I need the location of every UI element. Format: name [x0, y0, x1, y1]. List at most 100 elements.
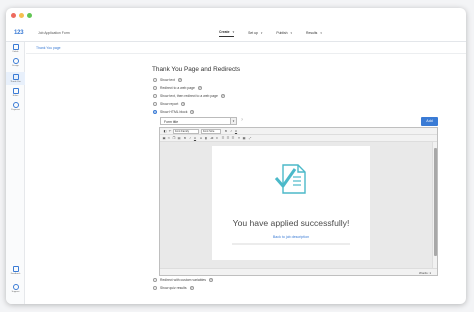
radio[interactable]	[153, 278, 157, 282]
radio[interactable]	[153, 78, 157, 82]
italic-icon[interactable]: I	[229, 129, 233, 133]
sidebar-item-payment[interactable]: Payment	[6, 102, 25, 111]
underline-icon[interactable]: U	[193, 136, 197, 140]
sidebar-item-design[interactable]: Design	[6, 58, 25, 67]
bold-icon[interactable]: B	[183, 136, 187, 140]
job-description-link[interactable]: Back to job description	[212, 235, 370, 239]
radio[interactable]	[153, 286, 157, 290]
palette-icon	[12, 58, 19, 64]
option-label: Show text	[160, 78, 175, 82]
align-center-icon[interactable]: ☰	[226, 136, 230, 140]
option-label: Show quiz results	[160, 286, 187, 290]
option-show-html-block[interactable]: Show HTML block ?	[153, 110, 195, 114]
bullet-list-icon[interactable]: ≔	[210, 136, 214, 140]
sidebar-item-label: Payment	[11, 109, 20, 111]
tab-setup[interactable]: Set up ▾	[248, 30, 262, 37]
help-icon[interactable]: ?	[189, 286, 194, 290]
option-redirect[interactable]: Redirect to a web page ?	[153, 86, 202, 90]
sidebar-item-label: Design	[12, 65, 19, 67]
tab-create-label: Create	[219, 30, 230, 34]
radio-selected[interactable]	[153, 110, 157, 114]
scrollbar-thumb[interactable]	[433, 148, 437, 256]
link-icon[interactable]: ⚭	[237, 136, 241, 140]
close-dot[interactable]	[11, 13, 16, 18]
help-icon[interactable]: ?	[197, 86, 202, 90]
help-icon[interactable]: ?	[181, 102, 186, 106]
chevron-down-icon: ▾	[290, 30, 293, 35]
tab-results-label: Results	[306, 30, 318, 35]
tab-publish[interactable]: Publish ▾	[276, 30, 292, 37]
chevron-down-icon: ▾	[232, 30, 235, 34]
sidebar-item-fields[interactable]: Fields	[6, 44, 25, 53]
html-editor[interactable]: ◧ ↶ Font Family Font Size B I U ▣ ✂ ❐ ▤ …	[159, 127, 438, 276]
preview-title: You have applied successfully!	[232, 218, 350, 228]
maximize-dot[interactable]	[27, 13, 32, 18]
radio[interactable]	[153, 102, 157, 106]
option-show-text[interactable]: Show text ?	[153, 78, 182, 82]
breadcrumb[interactable]: Thank You page	[36, 46, 61, 50]
help-icon[interactable]: ?	[190, 110, 195, 114]
minimize-dot[interactable]	[19, 13, 24, 18]
image-icon[interactable]: ▣	[162, 136, 166, 140]
tab-publish-label: Publish	[276, 30, 288, 35]
highlight-icon[interactable]: ▮	[204, 136, 208, 140]
add-button[interactable]: Add	[421, 117, 438, 126]
option-text-then-redirect[interactable]: Show text, then redirect to a web page ?	[153, 94, 225, 98]
underline-icon[interactable]: U	[234, 129, 238, 133]
tab-results[interactable]: Results ▾	[306, 30, 322, 37]
source-icon[interactable]: ◧	[163, 129, 167, 133]
preview-fine-print	[232, 243, 350, 245]
font-size-select[interactable]: Font Size	[201, 129, 221, 134]
sidebar-item-feedback[interactable]: Feedback	[6, 266, 25, 275]
option-label: Redirect to a web page	[160, 86, 195, 90]
option-label: Redirect with custom variables	[160, 278, 206, 282]
paste-icon[interactable]: ▤	[177, 136, 181, 140]
breadcrumb-bar: Thank You page	[26, 43, 466, 54]
chevron-down-icon[interactable]: ▾	[230, 118, 236, 125]
align-right-icon[interactable]: ☰	[231, 136, 235, 140]
option-redirect-custom-variables[interactable]: Redirect with custom variables ?	[153, 278, 213, 282]
sidebar-item-rules[interactable]: Rules	[6, 88, 25, 97]
numbered-list-icon[interactable]: ≡	[215, 136, 219, 140]
radio[interactable]	[153, 86, 157, 90]
table-icon[interactable]: ▦	[242, 136, 246, 140]
editor-toolbar-top: ◧ ↶ Font Family Font Size B I U	[160, 128, 437, 135]
help-icon[interactable]: ?	[241, 118, 243, 122]
application-success-icon	[274, 164, 306, 194]
sidebar-item-thank-you[interactable]: Thank You	[6, 72, 25, 85]
option-show-quiz-results[interactable]: Show quiz results ?	[153, 286, 194, 290]
copy-icon[interactable]: ❐	[172, 136, 176, 140]
editor-scrollbar[interactable]	[432, 142, 437, 268]
tab-setup-label: Set up	[248, 30, 258, 35]
sidebar-item-label: Fields	[12, 51, 19, 53]
field-variable-select[interactable]: Form title ▾	[160, 117, 237, 125]
font-family-select[interactable]: Font Family	[173, 129, 199, 134]
sidebar-item-label: Feedback	[10, 273, 21, 275]
option-label: Show report	[160, 102, 179, 106]
radio[interactable]	[153, 94, 157, 98]
italic-icon[interactable]: I	[188, 136, 192, 140]
sidebar-item-support[interactable]: Support	[6, 284, 25, 293]
sidebar-item-label: Rules	[12, 95, 19, 97]
brand-logo[interactable]: 123	[14, 30, 24, 36]
chevron-down-icon: ▾	[260, 30, 263, 35]
help-icon[interactable]: ?	[177, 78, 182, 82]
select-value: Form title	[164, 119, 179, 124]
undo-icon[interactable]: ↶	[168, 129, 172, 133]
sidebar-item-label: Support	[11, 291, 20, 293]
bold-icon[interactable]: B	[224, 129, 228, 133]
tab-create[interactable]: Create ▾	[219, 30, 235, 37]
text-color-icon[interactable]: A	[199, 136, 203, 140]
help-icon[interactable]: ?	[208, 278, 213, 282]
align-left-icon[interactable]: ☰	[221, 136, 225, 140]
editor-toolbar-bottom: ▣ ✂ ❐ ▤ B I U A ▮ ≔ ≡ ☰ ☰ ☰ ⚭ ▦ ⤢	[160, 135, 437, 142]
help-icon[interactable]: ?	[220, 94, 225, 98]
coin-icon	[12, 102, 19, 108]
window-controls	[11, 13, 32, 18]
form-title: Job Application Form	[38, 31, 70, 35]
editor-canvas[interactable]: You have applied successfully! Back to j…	[160, 142, 432, 268]
option-show-report[interactable]: Show report ?	[153, 102, 186, 106]
branch-icon	[12, 88, 19, 94]
cut-icon[interactable]: ✂	[167, 136, 171, 140]
fullscreen-icon[interactable]: ⤢	[248, 136, 252, 140]
